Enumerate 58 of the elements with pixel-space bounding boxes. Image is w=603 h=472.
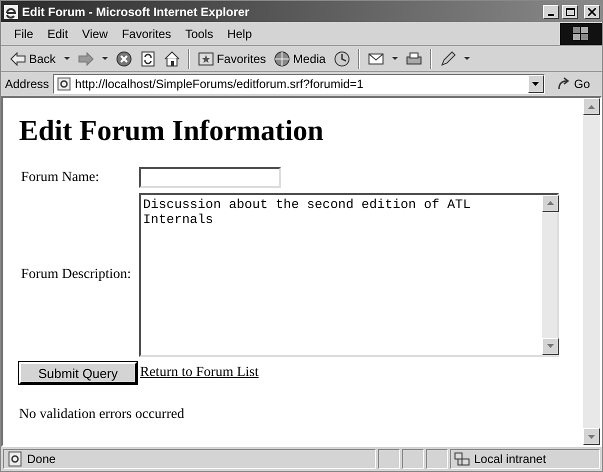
scrollbar[interactable]: [583, 98, 600, 445]
mail-icon: [368, 50, 384, 66]
menu-item[interactable]: View: [75, 24, 115, 42]
validation-message: No validation errors occurred: [19, 406, 186, 424]
go-arrow-icon: [556, 77, 571, 91]
close-icon: [588, 8, 596, 16]
minimize-button[interactable]: [543, 4, 559, 18]
history-icon: [334, 50, 350, 66]
menu-item[interactable]: Edit: [40, 24, 76, 42]
page-icon: [7, 451, 23, 467]
submit-button[interactable]: Submit Query: [19, 362, 137, 384]
address-label: Address: [5, 76, 50, 93]
close-button[interactable]: [584, 4, 600, 18]
status-text: Done: [27, 451, 56, 468]
network-icon: [454, 451, 470, 467]
status-pane: [426, 449, 448, 469]
menu-item[interactable]: Help: [220, 24, 259, 42]
caret-icon: [464, 57, 470, 60]
menu-item[interactable]: Favorites: [114, 24, 178, 42]
minimize-icon: [548, 14, 554, 16]
globe-icon: [274, 50, 290, 66]
scroll-down-button[interactable]: [583, 428, 600, 445]
maximize-icon: [566, 8, 574, 16]
page-heading: Edit Forum Information: [19, 114, 324, 149]
edit-icon: [440, 50, 456, 66]
zone-text: Local intranet: [474, 451, 546, 468]
caret-icon: [64, 57, 70, 60]
stop-icon: [116, 50, 132, 66]
name-field[interactable]: [139, 166, 281, 188]
status-pane: [402, 449, 424, 469]
toolbar-button[interactable]: Favorites: [194, 46, 270, 70]
up-arrow-icon: [588, 104, 595, 108]
down-arrow-icon: [588, 434, 595, 438]
refresh-icon: [140, 50, 156, 66]
menu-item[interactable]: Tools: [178, 24, 220, 42]
return-link[interactable]: Return to Forum List: [140, 362, 259, 384]
field-label: Forum Description:: [20, 266, 132, 284]
ie-logo-icon: [3, 4, 19, 20]
toolbar-button[interactable]: Media: [271, 46, 329, 70]
caret-icon: [102, 57, 108, 60]
page-icon: [57, 77, 72, 91]
field-label: Forum Name:: [20, 168, 100, 187]
address-field[interactable]: http://localhost/SimpleForums/editforum.srf?forumid=1: [53, 74, 545, 94]
address-dropdown-button[interactable]: [528, 75, 544, 93]
go-button[interactable]: Go: [548, 75, 598, 93]
toolbar-button[interactable]: Back: [7, 46, 59, 70]
maximize-button[interactable]: [562, 4, 578, 18]
windows-flag-icon: [573, 26, 589, 40]
window-title: Edit Forum - Microsoft Internet Explorer: [22, 4, 250, 20]
forward-arrow-icon: [78, 50, 94, 66]
status-pane: [378, 449, 400, 469]
scroll-up-button[interactable]: [583, 98, 600, 115]
printer-icon: [406, 50, 422, 66]
caret-icon: [532, 82, 540, 86]
back-arrow-icon: [10, 50, 26, 66]
caret-icon: [392, 57, 398, 60]
home-icon: [164, 50, 180, 66]
menu-item[interactable]: File: [7, 24, 40, 42]
